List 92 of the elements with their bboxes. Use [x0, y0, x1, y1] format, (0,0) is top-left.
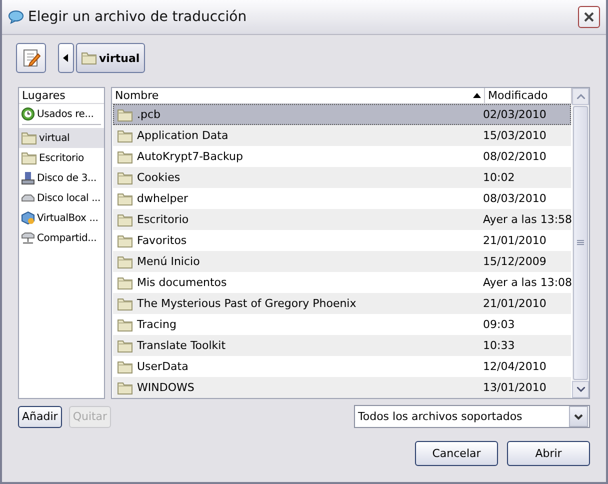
- left-triangle-icon: [63, 54, 69, 62]
- folder-icon: [21, 151, 37, 165]
- folder-icon: [117, 150, 133, 164]
- window-title: Elegir un archivo de traducción: [28, 9, 248, 25]
- folder-icon: [117, 234, 133, 248]
- file-row[interactable]: Application Data 15/03/2010: [113, 125, 571, 146]
- modified-date: 08/03/2010: [482, 192, 548, 205]
- place-item[interactable]: Compartid...: [19, 228, 104, 248]
- folder-icon: [117, 170, 133, 184]
- sort-ascending-icon: [473, 93, 481, 98]
- file-name: Favoritos: [137, 234, 187, 247]
- folder-icon: [117, 380, 133, 394]
- chevron-down-icon: [576, 387, 584, 392]
- close-icon: [583, 11, 595, 23]
- file-row[interactable]: Tracing 09:03: [113, 314, 571, 335]
- folder-icon: [117, 318, 133, 332]
- path-segment-button[interactable]: virtual: [76, 43, 145, 73]
- folder-icon: [117, 128, 133, 142]
- file-name: Menú Inicio: [137, 255, 200, 268]
- modified-date: 15/12/2009: [482, 255, 548, 268]
- add-button[interactable]: Añadir: [18, 406, 62, 428]
- open-button[interactable]: Abrir: [507, 441, 590, 466]
- place-item[interactable]: Escritorio: [19, 148, 104, 168]
- network-drive-icon: [21, 231, 35, 245]
- file-name: AutoKrypt7-Backup: [137, 150, 243, 163]
- chevron-up-icon: [576, 94, 584, 99]
- cancel-button[interactable]: Cancelar: [415, 441, 498, 466]
- modified-date: 02/03/2010: [482, 108, 548, 121]
- modified-date: 13/01/2010: [482, 381, 548, 394]
- folder-icon: [81, 51, 97, 65]
- folder-icon: [117, 108, 133, 122]
- file-row[interactable]: Translate Toolkit 10:33: [113, 335, 571, 356]
- file-name: Escritorio: [137, 213, 189, 226]
- folder-icon: [117, 192, 133, 206]
- place-item[interactable]: virtual: [19, 128, 104, 148]
- clock-icon: [21, 107, 35, 121]
- file-row[interactable]: .pcb 02/03/2010: [113, 104, 571, 125]
- file-name: Mis documentos: [137, 276, 227, 289]
- folder-icon: [117, 360, 133, 374]
- file-name: dwhelper: [137, 192, 188, 205]
- modified-date: 10:02: [482, 171, 516, 184]
- modified-date: 21/01/2010: [482, 234, 548, 247]
- folder-icon: [117, 338, 133, 352]
- file-row[interactable]: Mis documentos Ayer a las 13:08: [113, 272, 571, 293]
- edit-location-button[interactable]: [16, 43, 46, 73]
- app-icon: [8, 10, 24, 24]
- file-row[interactable]: AutoKrypt7-Backup 08/02/2010: [113, 146, 571, 167]
- place-item[interactable]: Usados re...: [19, 104, 104, 124]
- scroll-up-button[interactable]: [572, 88, 589, 105]
- modified-date: 08/02/2010: [482, 150, 548, 163]
- back-button[interactable]: [58, 43, 74, 73]
- file-row[interactable]: UserData 12/04/2010: [113, 356, 571, 377]
- folder-icon: [117, 212, 133, 226]
- file-type-dropdown[interactable]: Todos los archivos soportados: [354, 405, 590, 428]
- folder-icon: [117, 276, 133, 290]
- file-name: Cookies: [137, 171, 180, 184]
- folder-icon: [117, 296, 133, 310]
- file-name: Application Data: [137, 129, 228, 142]
- modified-date: 15/03/2010: [482, 129, 548, 142]
- place-item[interactable]: Disco local ...: [19, 188, 104, 208]
- folder-icon: [21, 131, 37, 145]
- modified-date: 10:33: [482, 339, 516, 352]
- column-header[interactable]: Nombre: [112, 88, 485, 103]
- file-name: The Mysterious Past of Gregory Phoenix: [137, 297, 356, 310]
- file-row[interactable]: Favoritos 21/01/2010: [113, 230, 571, 251]
- scrollbar-thumb[interactable]: [573, 106, 588, 380]
- file-row[interactable]: Cookies 10:02: [113, 167, 571, 188]
- close-button[interactable]: [578, 6, 600, 28]
- file-name: UserData: [137, 360, 188, 373]
- file-row[interactable]: The Mysterious Past of Gregory Phoenix 21/01/2010: [113, 293, 571, 314]
- file-name: Tracing: [137, 318, 176, 331]
- place-item[interactable]: Disco de 3...: [19, 168, 104, 188]
- place-item[interactable]: VirtualBox ...: [19, 208, 104, 228]
- file-name: Translate Toolkit: [137, 339, 226, 352]
- file-name: .pcb: [137, 108, 161, 121]
- file-row[interactable]: WINDOWS 13/01/2010: [113, 377, 571, 398]
- scroll-down-button[interactable]: [572, 381, 589, 398]
- drive-icon: [21, 171, 35, 185]
- file-name: WINDOWS: [137, 381, 194, 394]
- file-row[interactable]: dwhelper 08/03/2010: [113, 188, 571, 209]
- pencil-note-icon: [21, 48, 41, 68]
- folder-icon: [117, 254, 133, 268]
- chevron-down-icon: [574, 414, 583, 420]
- modified-date: Ayer a las 13:08: [482, 276, 571, 289]
- modified-date: Ayer a las 13:58: [482, 213, 571, 226]
- cube-icon: [21, 211, 35, 225]
- column-header[interactable]: Lugares: [22, 89, 66, 102]
- file-row[interactable]: Escritorio Ayer a las 13:58: [113, 209, 571, 230]
- modified-date: 09:03: [482, 318, 516, 331]
- modified-date: 12/04/2010: [482, 360, 548, 373]
- modified-date: 21/01/2010: [482, 297, 548, 310]
- file-row[interactable]: Menú Inicio 15/12/2009: [113, 251, 571, 272]
